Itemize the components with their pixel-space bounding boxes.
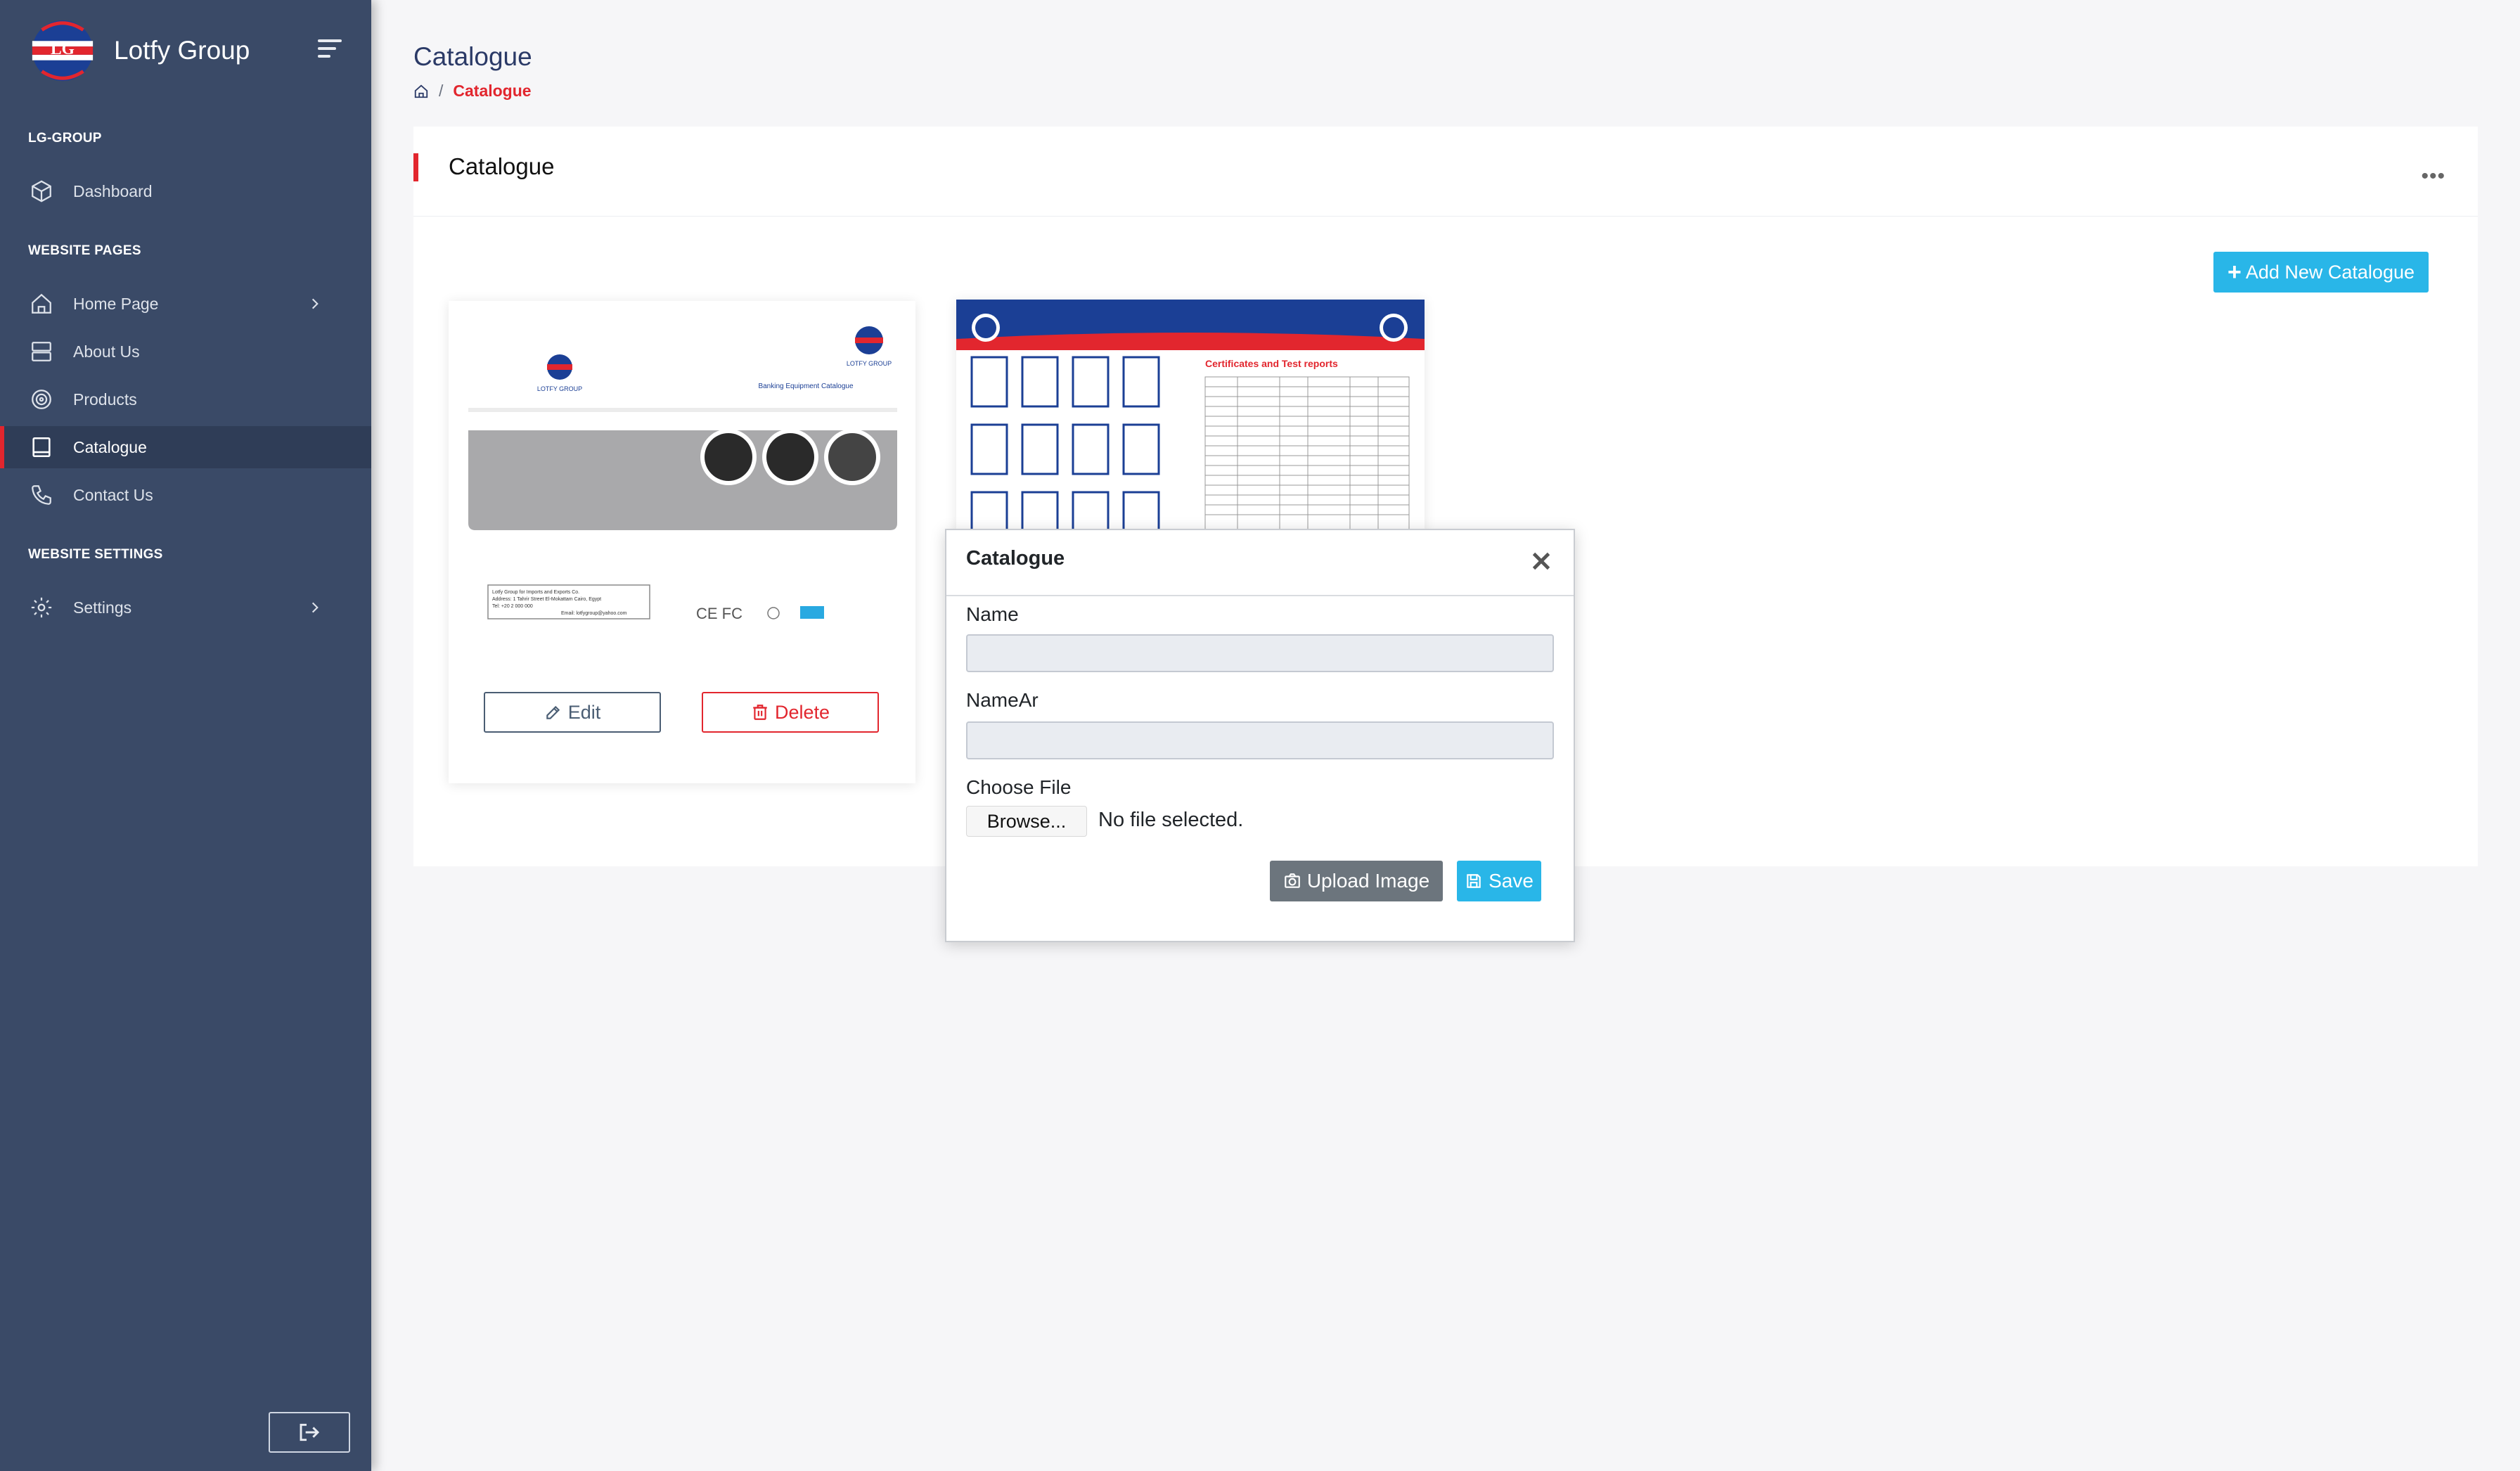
sidebar-item-label: Products <box>73 390 137 409</box>
save-button[interactable]: Save <box>1457 861 1541 901</box>
add-new-catalogue-button[interactable]: + Add New Catalogue <box>2213 252 2429 293</box>
sidebar-item-label: Settings <box>73 598 132 617</box>
section-title-website-pages: WEBSITE PAGES <box>28 243 141 258</box>
sidebar-item-label: Home Page <box>73 294 159 313</box>
card-title: Catalogue <box>449 153 555 179</box>
globe-logo-icon <box>547 354 572 380</box>
cover-contact-line: Lotfy Group for Imports and Exports Co. <box>492 590 579 595</box>
breadcrumb-current: Catalogue <box>453 82 532 100</box>
brand-name: Lotfy Group <box>114 36 250 65</box>
sidebar-item-label: Dashboard <box>73 181 153 200</box>
chevron-right-icon <box>311 298 319 309</box>
server-icon <box>32 342 51 361</box>
modal-title: Catalogue <box>966 547 1065 570</box>
sidebar-item-about-us[interactable]: About Us <box>0 330 371 373</box>
brand[interactable]: LG Lotfy Group <box>28 15 250 86</box>
catalogue-item: LOTFY GROUP LOTFY GROUP Banking Equipmen… <box>449 301 915 783</box>
choose-file-label: Choose File <box>966 776 1072 798</box>
breadcrumb-separator: / <box>439 82 444 100</box>
page-title: Catalogue <box>413 42 532 71</box>
delete-label: Delete <box>774 701 830 723</box>
name-input[interactable] <box>966 634 1554 672</box>
home-icon <box>32 293 51 314</box>
namear-label: NameAr <box>966 689 1039 711</box>
book-icon <box>32 437 51 458</box>
catalogue-cover-image[interactable]: Certificates and Test reports <box>956 300 1425 532</box>
floppy-disk-icon <box>1467 874 1481 888</box>
home-icon[interactable] <box>413 84 429 99</box>
gear-icon <box>31 597 52 618</box>
lotfy-group-logo: LG <box>32 20 94 82</box>
menu-toggle-icon[interactable] <box>318 39 346 60</box>
sidebar: LG Lotfy Group LG-GROUP Dashboard WEBSIT… <box>0 0 371 1471</box>
plus-icon: + <box>2227 258 2242 285</box>
sidebar-item-dashboard[interactable]: Dashboard <box>0 170 371 212</box>
sidebar-item-label: Contact Us <box>73 485 153 504</box>
close-icon[interactable] <box>1529 548 1554 574</box>
cover-brand-label: LOTFY GROUP <box>537 385 582 392</box>
add-button-label: Add New Catalogue <box>2245 261 2415 283</box>
breadcrumb: / Catalogue <box>413 82 532 101</box>
upload-label: Upload Image <box>1306 870 1430 892</box>
certification-marks: CE FC <box>696 605 742 622</box>
trash-icon <box>753 705 767 720</box>
browse-button[interactable]: Browse... <box>966 806 1087 837</box>
file-status: No file selected. <box>1098 809 1244 831</box>
phone-icon <box>32 485 51 505</box>
card-header: Catalogue ••• <box>413 127 2478 217</box>
name-label: Name <box>966 603 1019 625</box>
cover-contact-line: Email: lotfygroup@yahoo.com <box>561 611 627 616</box>
cover-contact-line: Tel: +20 2 000 000 <box>492 604 533 609</box>
logo-text: LG <box>51 40 75 58</box>
upload-image-button[interactable]: Upload Image <box>1270 861 1443 901</box>
title-accent-bar <box>413 153 418 181</box>
namear-input[interactable] <box>966 721 1554 759</box>
edit-button[interactable]: Edit <box>484 692 661 733</box>
sidebar-item-label: About Us <box>73 342 140 361</box>
modal-header: Catalogue <box>946 530 1574 596</box>
cover-subtitle: Banking Equipment Catalogue <box>758 383 854 390</box>
cube-icon <box>32 180 51 203</box>
camera-icon <box>1284 873 1300 888</box>
catalogue-item: Certificates and Test reports <box>956 300 1425 532</box>
globe-logo-icon <box>855 326 883 354</box>
delete-button[interactable]: Delete <box>702 692 879 733</box>
save-label: Save <box>1489 870 1534 892</box>
cover-contact-line: Address: 1 Tahrir Street El-Mokattam Cai… <box>492 597 601 602</box>
sidebar-item-products[interactable]: Products <box>0 378 371 420</box>
chevron-right-icon <box>311 602 319 613</box>
sidebar-item-home-page[interactable]: Home Page <box>0 283 371 325</box>
cover-brand-label: LOTFY GROUP <box>847 360 892 367</box>
sidebar-item-catalogue[interactable]: Catalogue <box>0 426 371 468</box>
target-icon <box>32 390 51 409</box>
edit-label: Edit <box>567 701 601 723</box>
sidebar-item-label: Catalogue <box>73 437 147 456</box>
catalogue-cover-image[interactable]: LOTFY GROUP LOTFY GROUP Banking Equipmen… <box>449 301 915 667</box>
edit-icon <box>546 705 560 719</box>
logout-button[interactable] <box>269 1412 350 1453</box>
section-title-lg-group: LG-GROUP <box>28 131 102 146</box>
more-options-icon[interactable]: ••• <box>2421 165 2445 188</box>
cover-heading: Certificates and Test reports <box>1205 358 1338 369</box>
sign-out-icon <box>300 1423 320 1441</box>
catalogue-modal: Catalogue Name NameAr Choose File Browse… <box>945 529 1575 942</box>
section-title-website-settings: WEBSITE SETTINGS <box>28 547 163 562</box>
sidebar-item-contact-us[interactable]: Contact Us <box>0 474 371 516</box>
sidebar-item-settings[interactable]: Settings <box>0 586 371 629</box>
